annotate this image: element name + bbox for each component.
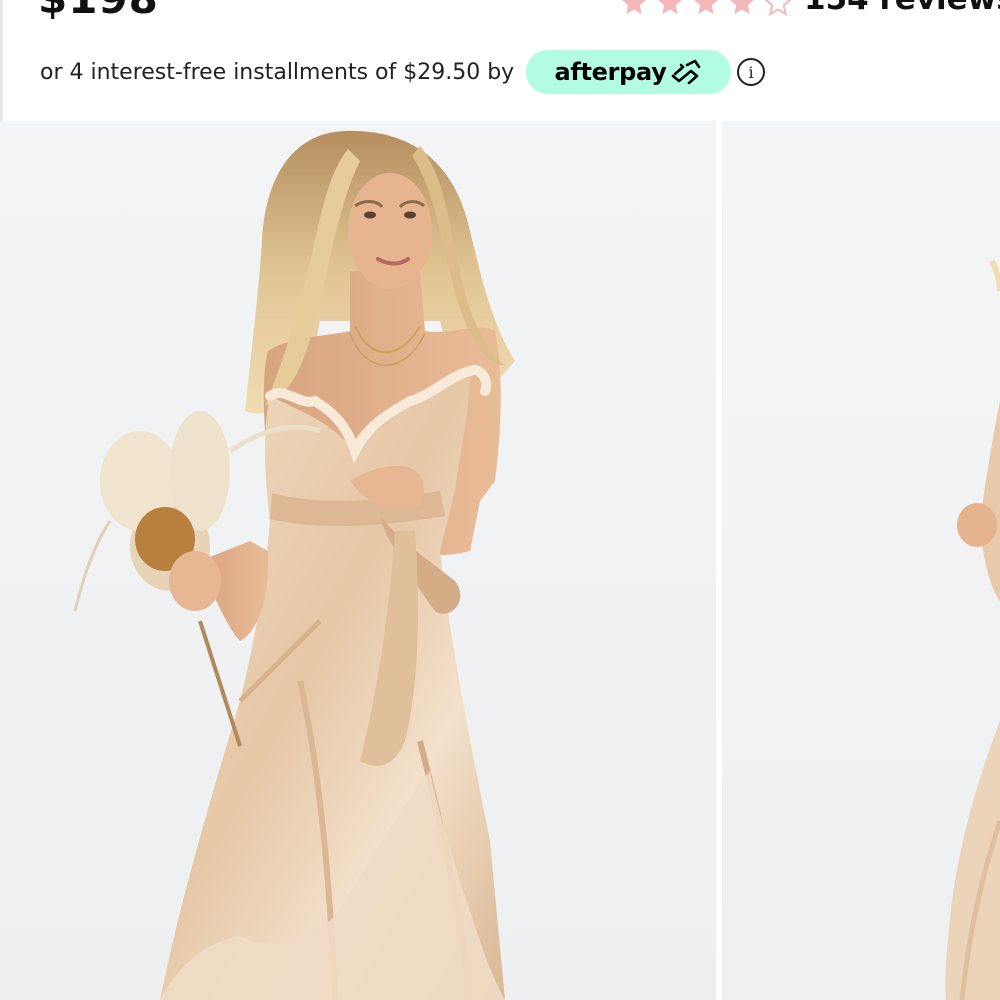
star-icon [658, 0, 682, 15]
product-image-gallery[interactable] [0, 121, 1000, 1000]
star-icon [730, 0, 754, 15]
star-icon [694, 0, 718, 15]
installments-text: or 4 interest-free installments of $29.5… [40, 59, 515, 85]
model-photo-front [73, 130, 515, 1000]
product-image-front[interactable] [0, 121, 716, 1000]
rating-stars [618, 0, 794, 18]
model-photo-side [945, 259, 1000, 1000]
afterpay-badge[interactable]: afterpay [526, 50, 731, 94]
reviews-link[interactable]: 154 reviews [804, 0, 1000, 15]
installments-row: or 4 interest-free installments of $29.5… [40, 50, 765, 94]
star-icon [622, 0, 646, 15]
product-rating[interactable] [618, 0, 812, 18]
product-price: $198 [38, 0, 159, 20]
afterpay-arrows-icon [671, 59, 700, 85]
product-image-side[interactable] [722, 121, 1000, 1000]
afterpay-logo-text: afterpay [554, 58, 667, 86]
info-icon[interactable]: i [737, 58, 765, 86]
star-outline-icon [764, 0, 792, 17]
